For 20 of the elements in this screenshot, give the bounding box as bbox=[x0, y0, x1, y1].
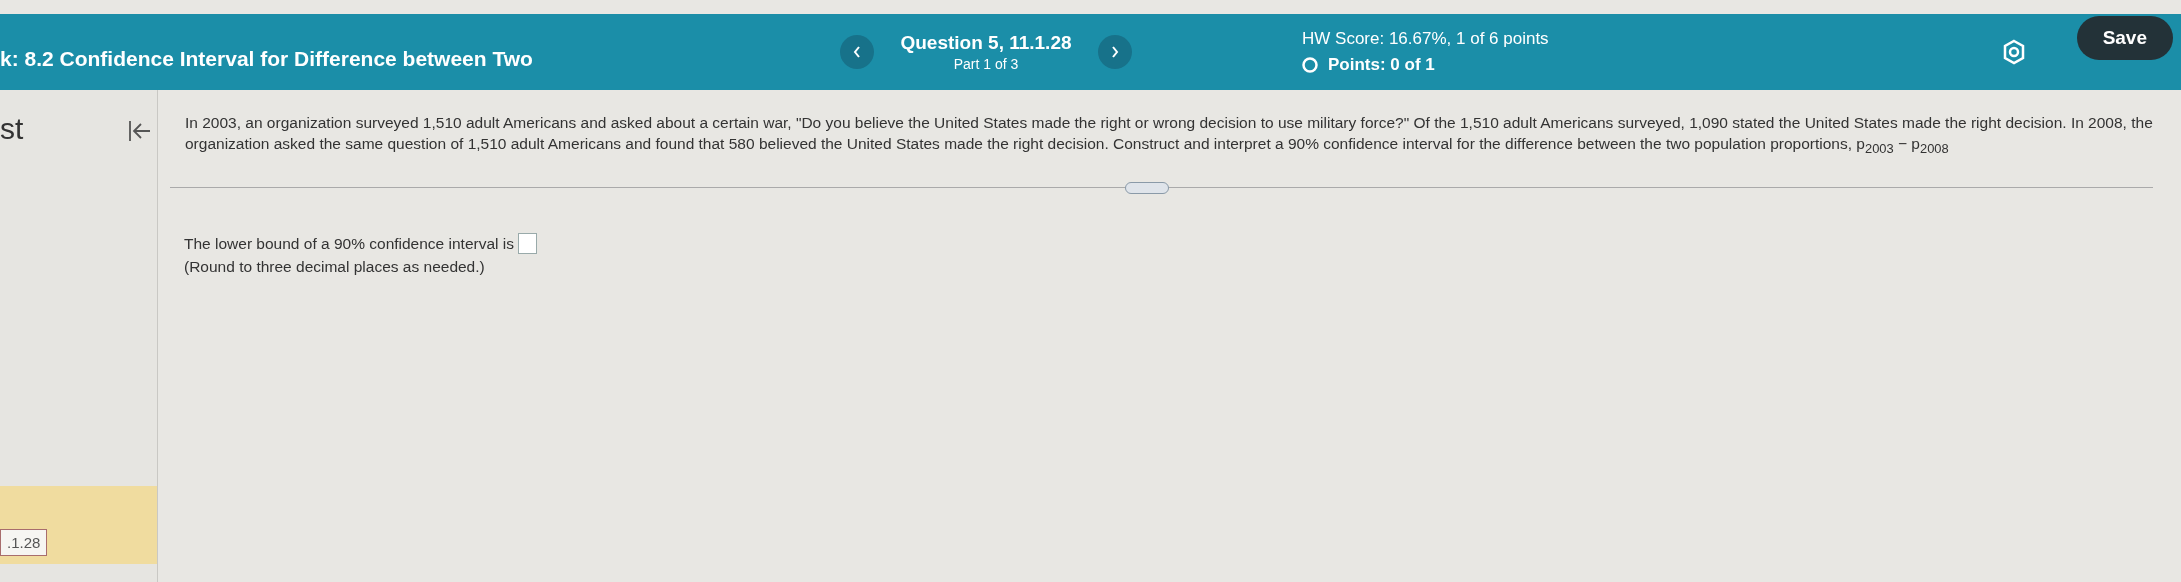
points-label: Points: 0 of 1 bbox=[1328, 55, 1435, 75]
collapse-icon[interactable] bbox=[128, 120, 152, 142]
previous-button[interactable] bbox=[840, 35, 874, 69]
assignment-title: k: 8.2 Confidence Interval for Difference between Two bbox=[0, 46, 534, 71]
hw-score: HW Score: 16.67%, 1 of 6 points bbox=[1302, 29, 1550, 49]
question-text: In 2003, an organization surveyed 1,510 adult Americans and asked about a certain war, "Do you believe the United States made the right or wrong decision to use military force?" Of the 1,510 adult Americans surveyed, 1,090 stated the United States made the right decision. In 2008, the organization asked the same question of 1,510 adult Americans and found that 580 believed the United States made the right decision. Construct and interpret a 90% confidence interval for the difference between the two population proportions, p$_{2003}$ − p$_{2008}$ bbox=[185, 113, 2153, 159]
question-list-item[interactable]: .1.28 bbox=[0, 486, 157, 564]
chevron-left-icon bbox=[853, 46, 861, 58]
rounding-hint: (Round to three decimal places as needed.) bbox=[184, 257, 486, 278]
chevron-right-icon bbox=[1111, 46, 1119, 58]
question-number: Question 5, 11.1.28 bbox=[900, 32, 1072, 54]
answer-field[interactable] bbox=[518, 233, 537, 255]
save-button[interactable]: Save bbox=[2076, 16, 2173, 60]
question-tag: .1.28 bbox=[0, 529, 48, 556]
part-label: Part 1 of 3 bbox=[953, 56, 1019, 72]
circle-icon bbox=[1302, 57, 1318, 73]
more-button[interactable] bbox=[1125, 182, 1169, 195]
sidebar-heading: st bbox=[0, 112, 24, 146]
answer-prompt: The lower bound of a 90% confidence interval is bbox=[184, 234, 514, 255]
next-button[interactable] bbox=[1098, 35, 1132, 69]
